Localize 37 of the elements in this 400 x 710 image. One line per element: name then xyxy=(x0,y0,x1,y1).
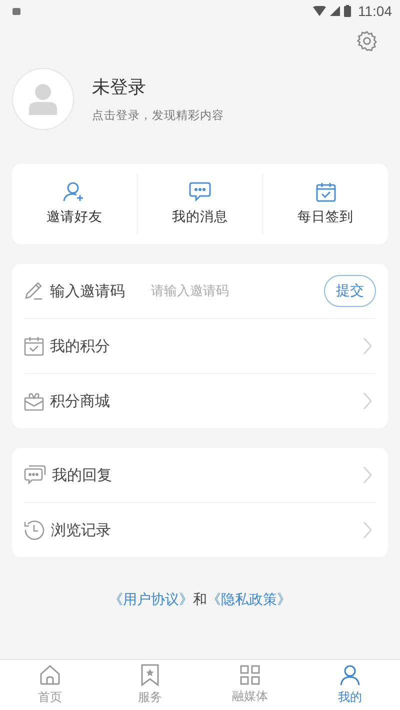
chevron-right-icon xyxy=(363,337,372,355)
grid-icon xyxy=(240,665,260,685)
profile-name[interactable]: 未登录 xyxy=(92,75,224,99)
person-add-icon xyxy=(63,182,86,202)
calendar-check-icon xyxy=(24,336,44,356)
quick-action-button[interactable]: 每日签到 xyxy=(263,182,388,226)
notification-icon xyxy=(12,6,21,16)
submit-button[interactable]: 提交 xyxy=(324,275,376,307)
bookmark-star-icon xyxy=(140,664,160,686)
agreement-text: 《用户协议》和《隐私政策》 xyxy=(108,591,292,609)
menu-item[interactable]: 浏览记录 xyxy=(24,503,376,557)
chevron-right-icon xyxy=(363,392,372,410)
profile-subtitle: 点击登录，发现精彩内容 xyxy=(92,108,224,123)
invite-code-label: 输入邀请码 xyxy=(50,282,125,300)
home-icon xyxy=(39,664,61,686)
nav-tab[interactable]: 我的 xyxy=(300,660,400,710)
chat-icon xyxy=(189,182,211,202)
history-icon xyxy=(24,520,45,540)
person-icon xyxy=(29,83,57,115)
quick-action-button[interactable]: 邀请好友 xyxy=(12,182,137,226)
gift-icon xyxy=(24,391,44,411)
pencil-icon xyxy=(24,281,44,301)
wifi-icon xyxy=(313,6,326,16)
chevron-right-icon xyxy=(363,521,372,539)
menu-item[interactable]: 我的积分 xyxy=(24,319,376,373)
menu-item[interactable]: 积分商城 xyxy=(24,374,376,428)
menu-item[interactable]: 我的回复 xyxy=(24,448,376,502)
battery-icon xyxy=(344,5,351,17)
signal-icon xyxy=(330,6,340,16)
calendar-check-icon xyxy=(316,182,336,202)
chevron-right-icon xyxy=(363,466,372,484)
settings-icon[interactable] xyxy=(356,30,378,52)
invite-code-field[interactable]: 请输入邀请码 xyxy=(149,282,318,300)
person-icon xyxy=(340,664,360,686)
chat-icon xyxy=(24,465,46,485)
clock-time: 11:04 xyxy=(358,3,392,19)
quick-action-button[interactable]: 我的消息 xyxy=(138,182,262,226)
